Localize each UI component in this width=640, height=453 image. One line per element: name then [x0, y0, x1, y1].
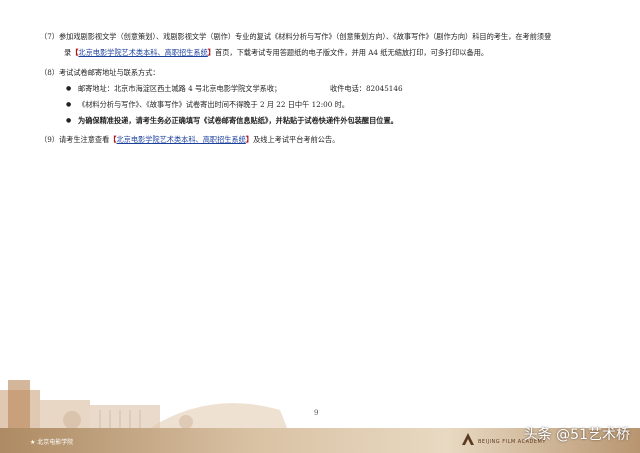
admission-system-link[interactable]: 北京电影学院艺术类本科、高职招生系统	[78, 48, 207, 57]
mailing-address: 邮寄地址：北京市海淀区西土城路 4 号北京电影学院文学系收；	[78, 84, 282, 93]
mailing-sticker-note: 为确保精准投递，请考生务必正确填写《试卷邮寄信息贴纸》，并粘贴于试卷快递件外包装…	[78, 116, 398, 125]
bracket-close: 】	[207, 48, 215, 57]
academy-emblem-icon	[462, 433, 474, 445]
item-7-line-1: （7）参加戏剧影视文学（创意策划）、戏剧影视文学（剧作）专业的复试《材料分析与写…	[40, 32, 552, 41]
item-7-line-2: 录【北京电影学院艺术类本科、高职招生系统】首页，下载考试专用答题纸的电子版文件，…	[64, 47, 488, 58]
item-8-title: （8）考试试卷邮寄地址与联系方式：	[40, 68, 160, 77]
academy-logo-left: ★ 北京电影学院	[30, 439, 74, 446]
bullet-icon: ●	[66, 117, 72, 124]
contact-phone: 收件电话：82045146	[330, 84, 403, 93]
bullet-icon: ●	[66, 85, 72, 92]
document-page: （7）参加戏剧影视文学（创意策划）、戏剧影视文学（剧作）专业的复试《材料分析与写…	[0, 0, 640, 453]
watermark: 头条 @51艺术桥	[523, 427, 630, 443]
admission-system-link[interactable]: 北京电影学院艺术类本科、高职招生系统	[116, 135, 245, 144]
page-number: 9	[314, 409, 319, 417]
item-9-line: （9）请考生注意查看【北京电影学院艺术类本科、高职招生系统】及线上考试平台考前公…	[40, 134, 339, 145]
item-9-prefix: （9）请考生注意查看	[40, 135, 110, 144]
bullet-icon: ●	[66, 101, 72, 108]
mailing-deadline: 《材料分析与写作》、《故事写作》试卷寄出时间不得晚于 2 月 22 日中午 12…	[78, 100, 349, 109]
item-7-suffix: 首页，下载考试专用答题纸的电子版文件，并用 A4 纸无缩放打印，可多打印以备用。	[215, 48, 489, 57]
item-9-suffix: 及线上考试平台考前公告。	[253, 135, 340, 144]
bracket-close: 】	[245, 135, 254, 144]
